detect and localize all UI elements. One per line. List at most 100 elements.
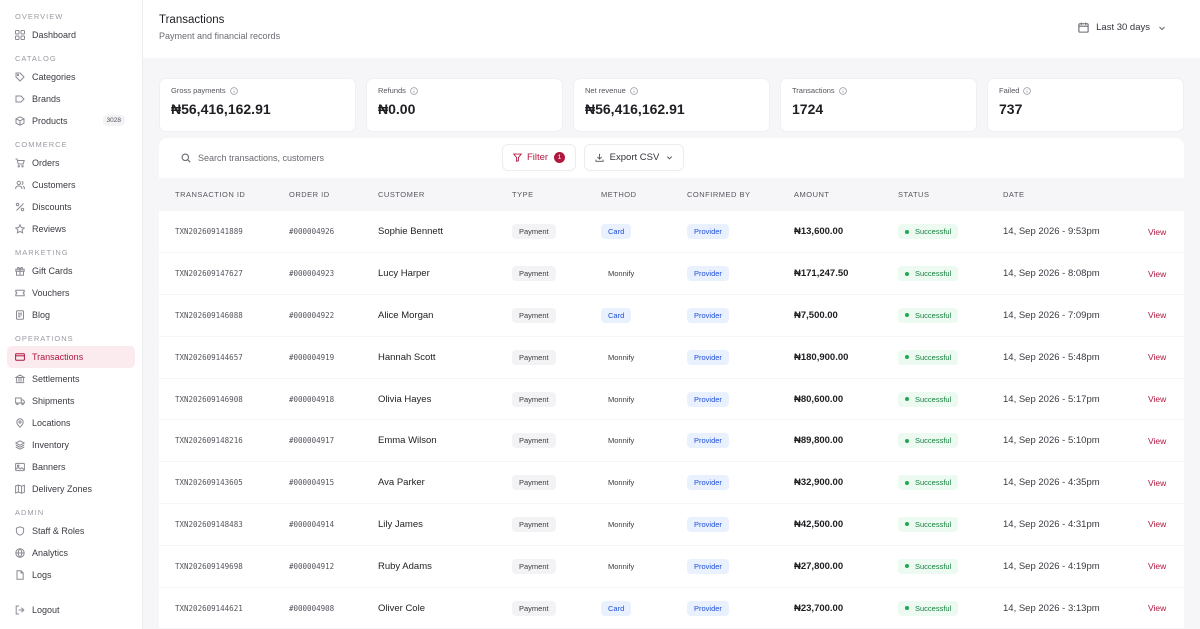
view-link[interactable]: View — [1148, 603, 1166, 613]
view-link[interactable]: View — [1148, 436, 1166, 446]
file-icon — [15, 570, 25, 580]
ticket-icon — [15, 288, 25, 298]
table-row[interactable]: TXN202609147627 #000004923 Lucy Harper P… — [159, 253, 1184, 295]
type-cell: Payment — [512, 420, 601, 462]
view-link[interactable]: View — [1148, 269, 1166, 279]
confirmed-by-cell: Provider — [687, 587, 794, 629]
export-csv-button[interactable]: Export CSV — [584, 144, 684, 171]
col-header-method[interactable]: METHOD — [601, 178, 687, 211]
sidebar-item-settlements[interactable]: Settlements — [7, 368, 135, 390]
table-row[interactable]: TXN202609143605 #000004915 Ava Parker Pa… — [159, 462, 1184, 504]
sidebar-item-vouchers[interactable]: Vouchers — [7, 282, 135, 304]
sidebar-item-discounts[interactable]: Discounts — [7, 196, 135, 218]
date-cell: 14, Sep 2026 - 4:35pm — [1003, 477, 1100, 489]
confirmed-by-cell: Provider — [687, 336, 794, 378]
info-icon[interactable] — [229, 86, 238, 95]
table-row[interactable]: TXN202609148483 #000004914 Lily James Pa… — [159, 504, 1184, 546]
amount-cell: ₦89,800.00 — [794, 435, 844, 447]
sidebar-item-blog[interactable]: Blog — [7, 304, 135, 326]
info-icon[interactable] — [1023, 86, 1032, 95]
search-input[interactable]: Search transactions, customers — [169, 145, 499, 171]
sidebar-item-analytics[interactable]: Analytics — [7, 542, 135, 564]
table-header-row: TRANSACTION ID ORDER ID CUSTOMER TYPE ME… — [159, 178, 1184, 211]
table-row[interactable]: TXN202609141889 #000004926 Sophie Bennet… — [159, 211, 1184, 253]
view-link[interactable]: View — [1148, 519, 1166, 529]
view-link[interactable]: View — [1148, 394, 1166, 404]
order-id-cell: #000004915 — [289, 478, 335, 488]
col-header-date[interactable]: DATE — [1003, 178, 1148, 211]
col-header-status[interactable]: STATUS — [898, 178, 1003, 211]
sidebar-item-delivery-zones[interactable]: Delivery Zones — [7, 478, 135, 500]
main-content: Transactions Payment and financial recor… — [143, 0, 1200, 629]
info-icon[interactable] — [838, 86, 847, 95]
filter-count-badge: 1 — [554, 152, 566, 163]
type-cell: Payment — [512, 462, 601, 504]
info-icon[interactable] — [410, 86, 418, 95]
document-icon — [15, 310, 25, 320]
col-header-transaction-id[interactable]: TRANSACTION ID — [159, 178, 289, 211]
sidebar-item-orders[interactable]: Orders — [7, 152, 135, 174]
col-header-confirmed-by[interactable]: CONFIRMED BY — [687, 178, 794, 211]
actions-cell: View — [1148, 295, 1184, 337]
status-dot — [905, 229, 909, 234]
confirmed-by-cell: Provider — [687, 211, 794, 253]
sidebar-item-label: Delivery Zones — [32, 484, 93, 494]
sidebar-item-shipments[interactable]: Shipments — [7, 390, 135, 412]
transaction-id-cell: TXN202609146908 — [175, 394, 243, 404]
view-link[interactable]: View — [1148, 227, 1166, 237]
status-cell: Successful — [898, 587, 1003, 629]
type-cell: Payment — [512, 253, 601, 295]
sidebar-item-locations[interactable]: Locations — [7, 412, 135, 434]
col-header-order-id[interactable]: ORDER ID — [289, 178, 378, 211]
order-id-cell: #000004912 — [289, 561, 335, 571]
sidebar-item-reviews[interactable]: Reviews — [7, 218, 135, 240]
actions-cell: View — [1148, 378, 1184, 420]
shield-icon — [15, 526, 25, 536]
sidebar-item-brands[interactable]: Brands — [7, 88, 135, 110]
status-label: Successful — [915, 352, 952, 362]
view-link[interactable]: View — [1148, 310, 1166, 320]
stat-label: Refunds — [378, 86, 406, 95]
table-row[interactable]: TXN202609144621 #000004908 Oliver Cole P… — [159, 587, 1184, 629]
label-icon — [15, 94, 25, 104]
table-row[interactable]: TXN202609148216 #000004917 Emma Wilson P… — [159, 420, 1184, 462]
download-icon — [595, 153, 604, 162]
filter-button[interactable]: Filter 1 — [502, 144, 576, 171]
sidebar-item-transactions[interactable]: Transactions — [7, 346, 135, 368]
info-icon[interactable] — [630, 86, 638, 95]
percent-icon — [15, 202, 25, 212]
confirmed-by-pill: Provider — [687, 433, 729, 449]
table-row[interactable]: TXN202609146088 #000004922 Alice Morgan … — [159, 295, 1184, 337]
sidebar-item-banners[interactable]: Banners — [7, 456, 135, 478]
actions-cell: View — [1148, 545, 1184, 587]
col-header-type[interactable]: TYPE — [512, 178, 601, 211]
confirmed-by-pill: Provider — [687, 516, 729, 532]
logout-button[interactable]: Logout — [7, 599, 136, 621]
sidebar-item-dashboard[interactable]: Dashboard — [7, 24, 135, 46]
sidebar-item-staff-roles[interactable]: Staff & Roles — [7, 520, 135, 542]
search-icon — [181, 153, 191, 163]
method-pill: Monnify — [608, 436, 635, 446]
products-count-badge: 3028 — [102, 115, 125, 126]
table-row[interactable]: TXN202609149698 #000004912 Ruby Adams Pa… — [159, 545, 1184, 588]
sidebar-item-label: Vouchers — [32, 288, 70, 298]
actions-cell: View — [1148, 504, 1184, 546]
status-cell: Successful — [898, 211, 1003, 253]
table-row[interactable]: TXN202609146908 #000004918 Olivia Hayes … — [159, 378, 1184, 420]
col-header-customer[interactable]: CUSTOMER — [378, 178, 512, 211]
col-header-amount[interactable]: AMOUNT — [794, 178, 898, 211]
view-link[interactable]: View — [1148, 352, 1166, 362]
date-range-selector[interactable]: Last 30 days — [1078, 22, 1166, 33]
sidebar-item-gift-cards[interactable]: Gift Cards — [7, 260, 135, 282]
sidebar-item-customers[interactable]: Customers — [7, 174, 135, 196]
sidebar-item-label: Blog — [32, 310, 51, 320]
stat-value: ₦56,416,162.91 — [171, 101, 271, 117]
view-link[interactable]: View — [1148, 478, 1166, 488]
view-link[interactable]: View — [1148, 561, 1166, 571]
sidebar-item-products[interactable]: Products 3028 — [7, 110, 135, 132]
sidebar-item-categories[interactable]: Categories — [7, 66, 135, 88]
sidebar-item-logs[interactable]: Logs — [7, 564, 135, 586]
table-row[interactable]: TXN202609144657 #000004919 Hannah Scott … — [159, 336, 1184, 379]
sidebar-item-inventory[interactable]: Inventory — [7, 434, 135, 456]
transaction-id-cell: TXN202609141889 — [175, 227, 243, 237]
